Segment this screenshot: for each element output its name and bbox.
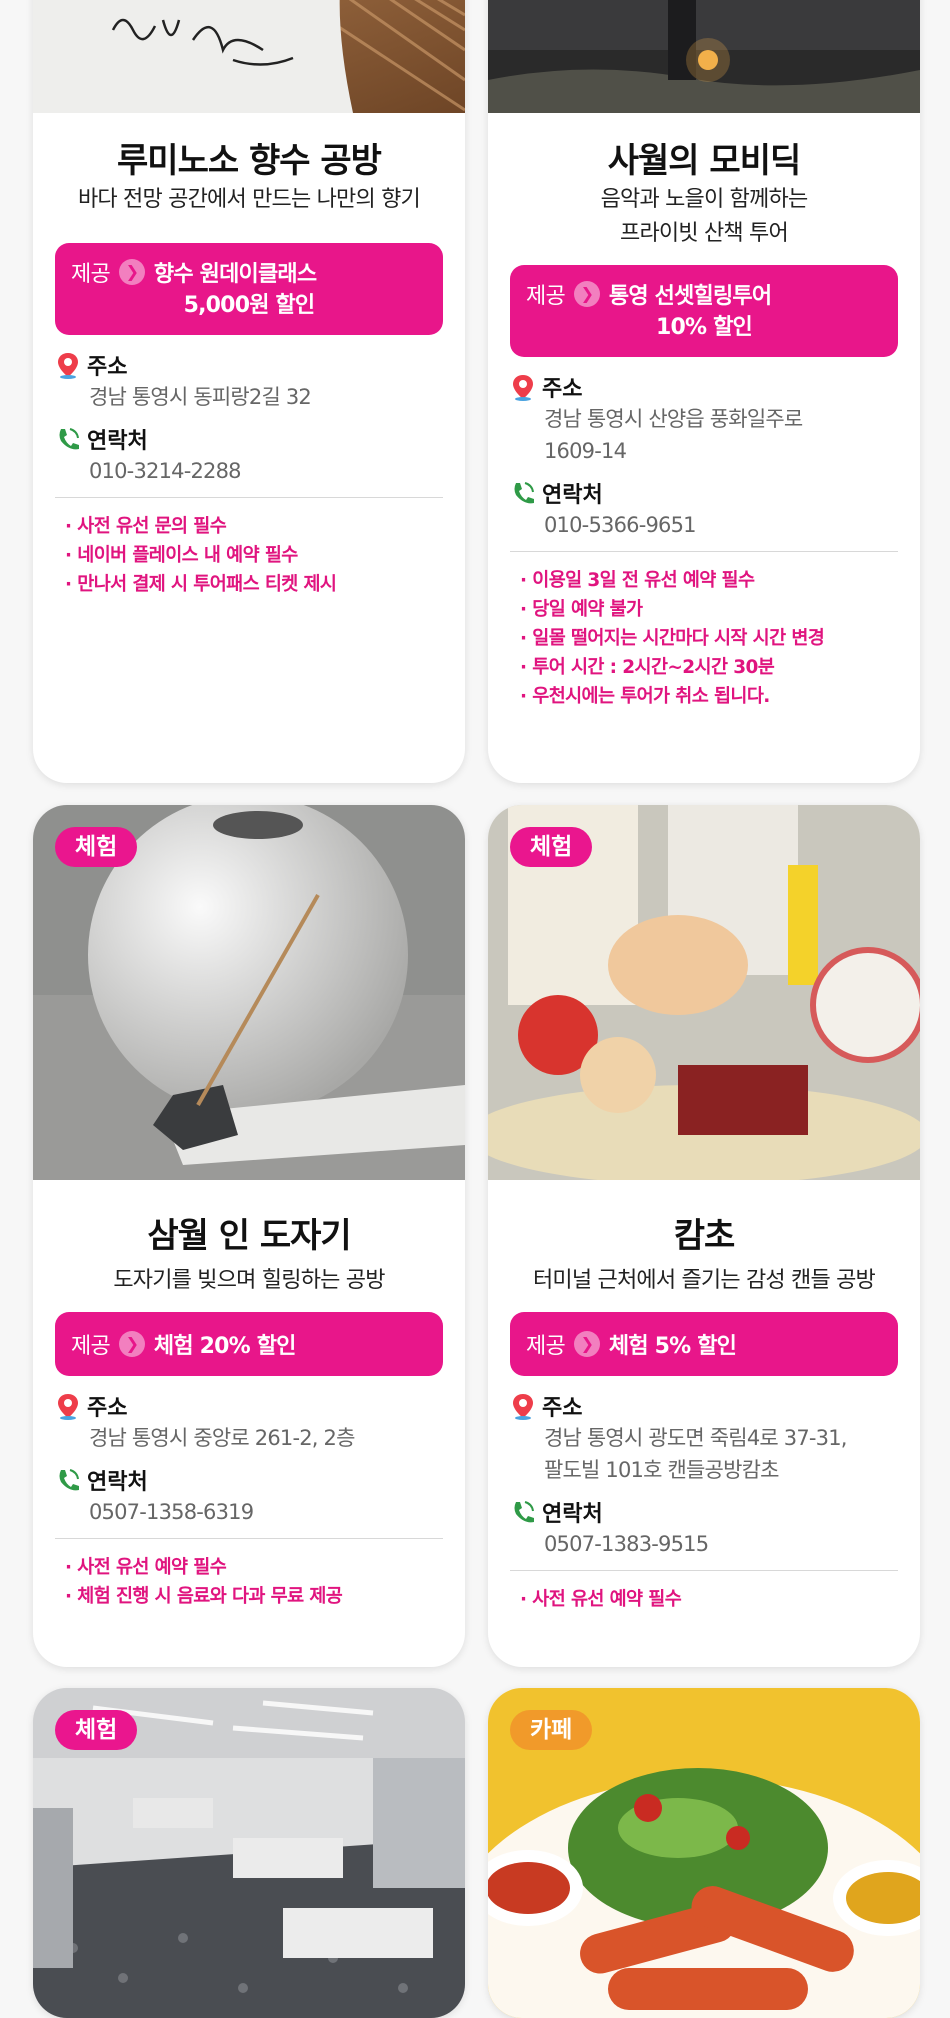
address-value: 경남 통영시 중앙로 261-2, 2층 xyxy=(89,1426,355,1450)
offer-label: 제공 xyxy=(71,262,111,287)
offer-box: 제공 ❯ 향수 원데이클래스 5,000원 할인 xyxy=(55,243,443,335)
place-subtitle: 도자기를 빚으며 힐링하는 공방 xyxy=(113,1268,385,1293)
place-card-luminoso[interactable]: 루미노소 향수 공방 바다 전망 공간에서 만드는 나만의 향기 제공 ❯ 향수… xyxy=(33,0,465,783)
note-item: · 사전 유선 예약 필수 xyxy=(65,1557,227,1578)
offer-text: 체험 5% 할인 xyxy=(608,1334,737,1359)
contact-label: 연락처 xyxy=(87,429,148,454)
address-label: 주소 xyxy=(542,377,583,402)
address-label: 주소 xyxy=(542,1396,583,1421)
offer-label: 제공 xyxy=(526,1334,566,1359)
card-photo: 체험 xyxy=(33,1688,465,2018)
notes-list: · 사전 유선 예약 필수 xyxy=(510,1571,898,1614)
info-section: 주소 경남 통영시 중앙로 261-2, 2층 연락처 0507-1358-63… xyxy=(55,1390,443,1528)
offer-box: 제공 ❯ 체험 5% 할인 xyxy=(510,1312,898,1376)
address-value: 경남 통영시 동피랑2길 32 xyxy=(89,385,312,409)
note-item: · 사전 유선 예약 필수 xyxy=(520,1589,682,1610)
place-card-pottery[interactable]: 체험 삼월 인 도자기 도자기를 빚으며 힐링하는 공방 제공 ❯ 체험 20%… xyxy=(33,805,465,1667)
place-title: 사월의 모비딕 xyxy=(607,141,802,181)
info-section: 주소 경남 통영시 광도면 죽림4로 37-31, 팔도빌 101호 캔들공방캄… xyxy=(510,1390,898,1560)
offer-label: 제공 xyxy=(71,1334,111,1359)
note-item: · 사전 유선 문의 필수 xyxy=(65,516,227,537)
address-value: 경남 통영시 산양읍 풍화일주로 1609-14 xyxy=(544,407,803,463)
offer-text: 향수 원데이클래스 xyxy=(153,262,317,287)
offer-label: 제공 xyxy=(526,284,566,309)
offer-text: 통영 선셋힐링투어 xyxy=(608,284,772,309)
contact-value[interactable]: 010-5366-9651 xyxy=(510,509,898,541)
place-subtitle: 음악과 노을이 함께하는 프라이빗 산책 투어 xyxy=(600,187,809,246)
address-value: 경남 통영시 광도면 죽림4로 37-31, 팔도빌 101호 캔들공방캄초 xyxy=(544,1426,847,1482)
chevron-right-icon: ❯ xyxy=(573,281,600,307)
perfume-bag-photo xyxy=(33,0,465,113)
offer-discount: 10% 할인 xyxy=(656,315,753,340)
notes-list: · 사전 유선 문의 필수 · 네이버 플레이스 내 예약 필수 · 만나서 결… xyxy=(55,498,443,599)
contact-value[interactable]: 010-3214-2288 xyxy=(55,455,443,487)
place-title: 캄초 xyxy=(673,1216,736,1256)
category-badge: 체험 xyxy=(510,827,593,867)
phone-icon xyxy=(59,428,79,450)
note-item: · 네이버 플레이스 내 예약 필수 xyxy=(65,545,298,566)
info-section: 주소 경남 통영시 산양읍 풍화일주로 1609-14 연락처 010-5366… xyxy=(510,371,898,541)
chevron-right-icon: ❯ xyxy=(573,1331,600,1357)
category-badge: 체험 xyxy=(55,827,138,867)
note-item: · 체험 진행 시 음료와 다과 무료 제공 xyxy=(65,1586,343,1607)
contact-label: 연락처 xyxy=(87,1470,148,1495)
chevron-right-icon: ❯ xyxy=(118,1331,145,1357)
note-item: · 당일 예약 불가 xyxy=(520,599,643,620)
note-item: · 일몰 떨어지는 시간마다 시작 시간 변경 xyxy=(520,628,825,649)
contact-label: 연락처 xyxy=(542,483,603,508)
place-card-cafe[interactable]: 카페 xyxy=(488,1688,920,2018)
place-card-kamcho[interactable]: 체험 캄초 터미널 근처에서 즐기는 감성 캔들 공방 제공 ❯ 체험 5% 할… xyxy=(488,805,920,1667)
chevron-right-icon: ❯ xyxy=(118,259,145,285)
place-subtitle: 터미널 근처에서 즐기는 감성 캔들 공방 xyxy=(532,1268,876,1293)
phone-icon xyxy=(514,1501,534,1523)
card-photo: 체험 xyxy=(488,805,920,1180)
card-photo: 카페 xyxy=(488,1688,920,2018)
note-item: · 만나서 결제 시 투어패스 티켓 제시 xyxy=(65,574,337,595)
category-badge: 체험 xyxy=(55,1710,138,1750)
phone-icon xyxy=(59,1469,79,1491)
note-item: · 이용일 3일 전 유선 예약 필수 xyxy=(520,570,755,591)
card-photo xyxy=(488,0,920,113)
offer-text: 체험 20% 할인 xyxy=(153,1334,297,1359)
info-section: 주소 경남 통영시 동피랑2길 32 연락처 010-3214-2288 xyxy=(55,349,443,487)
card-photo: 체험 xyxy=(33,805,465,1180)
category-badge: 카페 xyxy=(510,1710,593,1750)
place-title: 루미노소 향수 공방 xyxy=(117,141,382,181)
contact-label: 연락처 xyxy=(542,1502,603,1527)
note-item: · 우천시에는 투어가 취소 됩니다. xyxy=(520,686,770,707)
location-pin-icon xyxy=(513,375,533,401)
phone-icon xyxy=(514,482,534,504)
location-pin-icon xyxy=(58,1394,78,1420)
location-pin-icon xyxy=(513,1394,533,1420)
place-card-cooking[interactable]: 체험 xyxy=(33,1688,465,2018)
place-card-mobydick[interactable]: 사월의 모비딕 음악과 노을이 함께하는 프라이빗 산책 투어 제공 ❯ 통영 … xyxy=(488,0,920,783)
offer-box: 제공 ❯ 통영 선셋힐링투어 10% 할인 xyxy=(510,265,898,357)
place-title: 삼월 인 도자기 xyxy=(147,1216,351,1256)
notes-list: · 이용일 3일 전 유선 예약 필수 · 당일 예약 불가 · 일몰 떨어지는… xyxy=(510,552,898,711)
address-label: 주소 xyxy=(87,1396,128,1421)
contact-value[interactable]: 0507-1383-9515 xyxy=(510,1528,898,1560)
offer-discount: 5,000원 할인 xyxy=(183,293,316,318)
offer-box: 제공 ❯ 체험 20% 할인 xyxy=(55,1312,443,1376)
address-label: 주소 xyxy=(87,355,128,380)
contact-value[interactable]: 0507-1358-6319 xyxy=(55,1496,443,1528)
location-pin-icon xyxy=(58,353,78,379)
place-subtitle: 바다 전망 공간에서 만드는 나만의 향기 xyxy=(77,187,421,212)
night-walk-photo xyxy=(488,0,920,113)
notes-list: · 사전 유선 예약 필수 · 체험 진행 시 음료와 다과 무료 제공 xyxy=(55,1539,443,1611)
note-item: · 투어 시간 : 2시간~2시간 30분 xyxy=(520,657,775,678)
card-photo xyxy=(33,0,465,113)
